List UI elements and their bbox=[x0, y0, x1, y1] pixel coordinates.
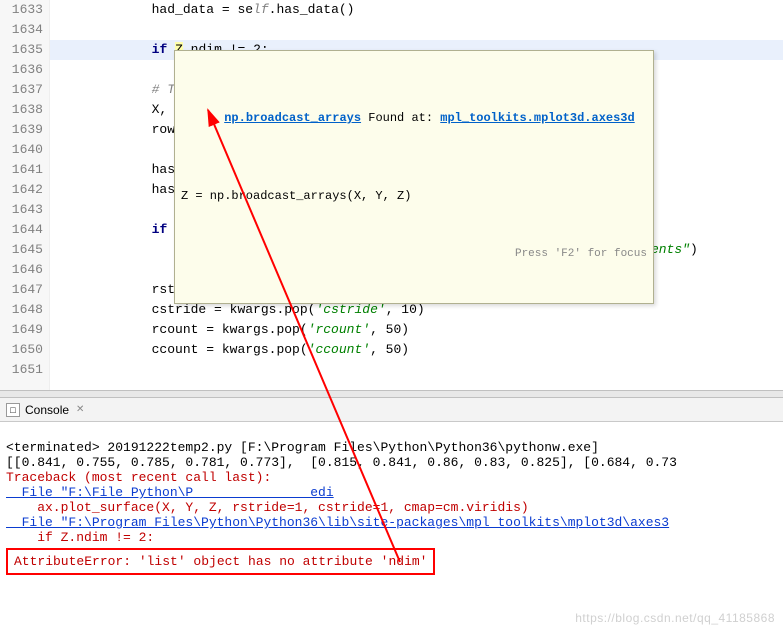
console-terminated-line: <terminated> 20191222temp2.py [F:\Progra… bbox=[6, 440, 599, 455]
code-line[interactable]: had_data = self.has_data() bbox=[50, 0, 783, 20]
console-tab-label[interactable]: Console bbox=[25, 398, 69, 422]
console-tabbar: □ Console ✕ bbox=[0, 398, 783, 422]
line-number-gutter: 1633163416351636163716381639164016411642… bbox=[0, 0, 50, 390]
console-panel: □ Console ✕ <terminated> 20191222temp2.p… bbox=[0, 398, 783, 593]
console-stdout-line: [[0.841, 0.755, 0.785, 0.781, 0.773], [0… bbox=[6, 455, 677, 470]
close-icon[interactable]: ✕ bbox=[76, 398, 84, 422]
console-traceback-file1[interactable]: File "F:\File Python\P edi bbox=[6, 485, 334, 500]
code-line[interactable]: ccount = kwargs.pop('ccount', 50) bbox=[50, 340, 783, 360]
console-traceback-code2: if Z.ndim != 2: bbox=[6, 530, 154, 545]
tooltip-body: Z = np.broadcast_arrays(X, Y, Z) bbox=[181, 187, 647, 205]
watermark: https://blog.csdn.net/qq_41185868 bbox=[575, 611, 775, 625]
panel-splitter[interactable] bbox=[0, 390, 783, 398]
console-traceback-file2[interactable]: File "F:\Program Files\Python\Python36\l… bbox=[6, 515, 669, 530]
code-line[interactable]: rcount = kwargs.pop('rcount', 50) bbox=[50, 320, 783, 340]
tooltip-symbol-link[interactable]: np.broadcast_arrays bbox=[224, 111, 361, 125]
console-traceback-code1: ax.plot_surface(X, Y, Z, rstride=1, cstr… bbox=[6, 500, 529, 515]
tooltip-location-link[interactable]: mpl_toolkits.mplot3d.axes3d bbox=[440, 111, 634, 125]
tooltip-found-at: Found at: bbox=[361, 111, 440, 125]
code-line[interactable] bbox=[50, 360, 783, 380]
documentation-tooltip: np.broadcast_arrays Found at: mpl_toolki… bbox=[174, 50, 654, 304]
code-editor[interactable]: 1633163416351636163716381639164016411642… bbox=[0, 0, 783, 390]
code-line[interactable] bbox=[50, 20, 783, 40]
console-icon: □ bbox=[6, 403, 20, 417]
console-error-box: AttributeError: 'list' object has no att… bbox=[6, 548, 435, 575]
console-output[interactable]: <terminated> 20191222temp2.py [F:\Progra… bbox=[0, 422, 783, 593]
tooltip-f2-hint: Press 'F2' for focus bbox=[181, 245, 647, 263]
console-traceback-header: Traceback (most recent call last): bbox=[6, 470, 271, 485]
